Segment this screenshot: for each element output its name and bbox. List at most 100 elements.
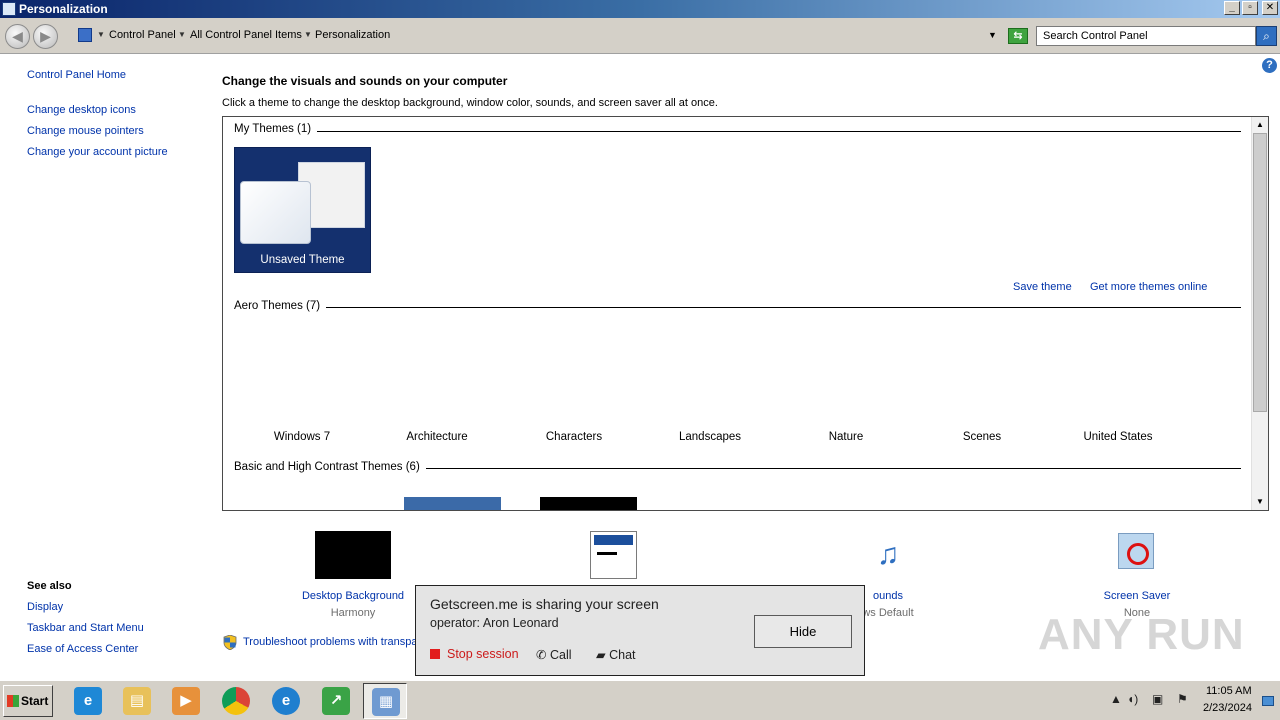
windows-logo-icon bbox=[7, 695, 19, 707]
basic-themes-title: Basic and High Contrast Themes (6) bbox=[234, 461, 426, 473]
chevron-down-icon[interactable]: ▼ bbox=[97, 30, 105, 39]
forward-button[interactable]: ▶ bbox=[33, 24, 58, 49]
screen-saver-icon bbox=[1114, 531, 1160, 579]
window-color-icon[interactable] bbox=[590, 531, 637, 579]
personalization-app-icon bbox=[2, 2, 16, 16]
breadcrumb-personalization[interactable]: Personalization bbox=[315, 29, 390, 41]
search-icon[interactable]: ⌕ bbox=[1256, 26, 1277, 46]
screen-saver-label[interactable]: Screen Saver bbox=[1067, 590, 1207, 602]
screen-sharing-popup: Getscreen.me is sharing your screen oper… bbox=[415, 585, 865, 676]
help-icon[interactable]: ? bbox=[1262, 58, 1277, 73]
unsaved-theme-tile[interactable]: Unsaved Theme bbox=[234, 147, 371, 273]
chat-button[interactable]: ▰ Chat bbox=[596, 647, 636, 662]
desktop-background-item[interactable]: Desktop Background Harmony bbox=[283, 531, 423, 619]
theme-list[interactable]: My Themes (1) Unsaved Theme Save theme G… bbox=[222, 116, 1269, 511]
aero-theme-windows7[interactable]: Windows 7 bbox=[247, 431, 357, 443]
search-input[interactable]: Search Control Panel bbox=[1036, 26, 1256, 46]
call-button[interactable]: ✆ Call bbox=[536, 647, 572, 662]
chat-label: Chat bbox=[609, 648, 636, 662]
hide-button[interactable]: Hide bbox=[754, 615, 852, 648]
breadcrumb-all-items[interactable]: All Control Panel Items bbox=[190, 29, 302, 41]
control-panel-home-link[interactable]: Control Panel Home bbox=[27, 69, 126, 81]
aero-theme-scenes[interactable]: Scenes bbox=[927, 431, 1037, 443]
chrome-taskbar-button[interactable] bbox=[214, 683, 258, 719]
desktop-background-label[interactable]: Desktop Background bbox=[283, 590, 423, 602]
scroll-up-icon[interactable]: ▲ bbox=[1252, 117, 1268, 132]
breadcrumb-control-panel[interactable]: Control Panel bbox=[109, 29, 176, 41]
show-hidden-icons-icon[interactable]: ▲ bbox=[1110, 692, 1122, 706]
unsaved-theme-label: Unsaved Theme bbox=[260, 254, 345, 266]
aero-theme-architecture[interactable]: Architecture bbox=[382, 431, 492, 443]
edge-taskbar-button[interactable]: e bbox=[264, 683, 308, 719]
scroll-thumb[interactable] bbox=[1253, 133, 1267, 412]
display-link[interactable]: Display bbox=[27, 601, 63, 613]
back-button[interactable]: ◀ bbox=[5, 24, 30, 49]
save-theme-link[interactable]: Save theme bbox=[1013, 281, 1072, 293]
divider bbox=[238, 307, 1241, 308]
page-title: Change the visuals and sounds on your co… bbox=[222, 74, 508, 88]
address-dropdown-icon[interactable]: ▼ bbox=[988, 30, 997, 40]
popup-message: Getscreen.me is sharing your screen bbox=[430, 596, 659, 612]
chevron-down-icon[interactable]: ▼ bbox=[304, 30, 312, 39]
taskbar-start-menu-link[interactable]: Taskbar and Start Menu bbox=[27, 622, 144, 634]
control-panel-icon bbox=[78, 28, 92, 42]
change-mouse-pointers-link[interactable]: Change mouse pointers bbox=[27, 125, 144, 137]
clock-date[interactable]: 2/23/2024 bbox=[1203, 702, 1252, 714]
media-player-taskbar-button[interactable]: ▶ bbox=[164, 683, 208, 719]
show-desktop-icon[interactable] bbox=[1262, 696, 1274, 706]
file-explorer-taskbar-button[interactable]: ▤ bbox=[115, 683, 159, 719]
high-contrast-theme-thumbnail[interactable] bbox=[540, 497, 637, 510]
control-panel-icon: ▦ bbox=[372, 688, 400, 716]
call-label: Call bbox=[549, 648, 572, 662]
folder-icon: ▤ bbox=[123, 687, 151, 715]
edge-icon: e bbox=[272, 687, 300, 715]
internet-explorer-taskbar-button[interactable]: e bbox=[66, 683, 110, 719]
stop-session-label: Stop session bbox=[447, 647, 519, 661]
media-player-icon: ▶ bbox=[172, 687, 200, 715]
aero-theme-nature[interactable]: Nature bbox=[791, 431, 901, 443]
aero-theme-united-states[interactable]: United States bbox=[1063, 431, 1173, 443]
aero-theme-landscapes[interactable]: Landscapes bbox=[655, 431, 765, 443]
speaker-icon[interactable]: ◖) bbox=[1127, 692, 1138, 706]
window-controls: _ ▫ ✕ bbox=[1224, 1, 1278, 15]
get-more-themes-link[interactable]: Get more themes online bbox=[1090, 281, 1207, 293]
control-panel-taskbar-button[interactable]: ▦ bbox=[363, 683, 407, 719]
chat-bubble-icon: ▰ bbox=[596, 648, 606, 662]
ease-of-access-link[interactable]: Ease of Access Center bbox=[27, 643, 138, 655]
restore-button[interactable]: ▫ bbox=[1242, 1, 1258, 15]
minimize-button[interactable]: _ bbox=[1224, 1, 1240, 15]
anyrun-watermark: ANY RUN bbox=[1038, 610, 1245, 659]
start-label: Start bbox=[21, 694, 49, 708]
close-button[interactable]: ✕ bbox=[1262, 1, 1278, 15]
theme-list-scrollbar[interactable]: ▲ ▼ bbox=[1251, 117, 1268, 510]
change-account-picture-link[interactable]: Change your account picture bbox=[27, 146, 168, 158]
screen-saver-item[interactable]: Screen Saver None bbox=[1067, 531, 1207, 619]
address-toolbar: ◀ ▶ ▼ Control Panel ▼ All Control Panel … bbox=[0, 18, 1280, 54]
troubleshoot-link[interactable]: Troubleshoot problems with transpa bbox=[243, 636, 415, 648]
aero-theme-characters[interactable]: Characters bbox=[519, 431, 629, 443]
desktop-background-value: Harmony bbox=[330, 607, 376, 619]
scroll-down-icon[interactable]: ▼ bbox=[1252, 494, 1268, 509]
chevron-down-icon[interactable]: ▼ bbox=[178, 30, 186, 39]
internet-explorer-icon: e bbox=[74, 687, 102, 715]
sounds-music-icon: ♫ bbox=[876, 538, 900, 571]
address-bar[interactable]: ▼ Control Panel ▼ All Control Panel Item… bbox=[72, 25, 1004, 47]
uac-shield-icon bbox=[223, 635, 237, 650]
aero-themes-title: Aero Themes (7) bbox=[234, 300, 327, 312]
change-desktop-icons-link[interactable]: Change desktop icons bbox=[27, 104, 136, 116]
action-center-flag-icon[interactable]: ⚑ bbox=[1177, 692, 1188, 706]
basic-theme-thumbnail[interactable] bbox=[404, 497, 501, 510]
desktop-background-preview bbox=[315, 531, 391, 579]
clock-time[interactable]: 11:05 AM bbox=[1206, 685, 1252, 697]
stop-session-button[interactable]: Stop session bbox=[430, 647, 519, 661]
taskbar: Start e ▤ ▶ e ↗ ▦ ▲ ◖) ▣ ⚑ 11:05 AM 2/23… bbox=[0, 680, 1280, 720]
network-icon[interactable]: ▣ bbox=[1152, 692, 1163, 706]
stop-icon bbox=[430, 649, 440, 659]
start-button[interactable]: Start bbox=[3, 685, 53, 717]
chrome-icon bbox=[222, 687, 250, 715]
system-tray: ▲ ◖) ▣ ⚑ bbox=[1105, 681, 1280, 720]
page-description: Click a theme to change the desktop back… bbox=[222, 97, 718, 109]
refresh-button[interactable]: ⇆ bbox=[1008, 28, 1028, 44]
phone-icon: ✆ bbox=[536, 648, 547, 662]
getscreen-taskbar-button[interactable]: ↗ bbox=[314, 683, 358, 719]
